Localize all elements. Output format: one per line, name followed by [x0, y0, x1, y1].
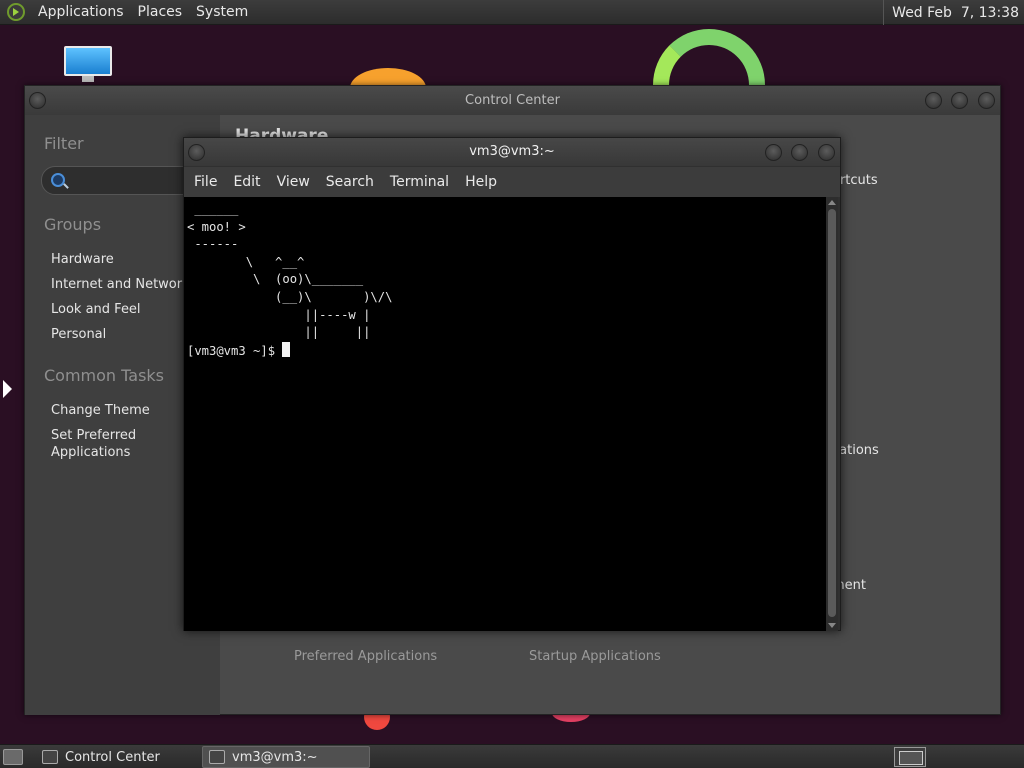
window-titlebar[interactable]: vm3@vm3:~ — [184, 138, 840, 166]
menu-help[interactable]: Help — [459, 174, 503, 190]
terminal-icon — [209, 750, 225, 764]
item-preferred-applications[interactable]: Preferred Applications — [294, 649, 437, 664]
window-menu-button[interactable] — [29, 92, 46, 109]
common-tasks-heading: Common Tasks — [44, 366, 165, 385]
group-look-and-feel[interactable]: Look and Feel — [51, 301, 141, 318]
menu-edit[interactable]: Edit — [227, 174, 266, 190]
filter-heading: Filter — [44, 134, 84, 153]
search-input[interactable] — [41, 166, 191, 195]
clock[interactable]: Wed Feb 7, 13:38 — [883, 0, 1024, 25]
taskbar-terminal[interactable]: vm3@vm3:~ — [202, 746, 370, 768]
menu-search[interactable]: Search — [320, 174, 380, 190]
task-change-theme[interactable]: Change Theme — [51, 402, 150, 419]
terminal-window: vm3@vm3:~ File Edit View Search Terminal… — [183, 137, 841, 631]
menu-view[interactable]: View — [271, 174, 316, 190]
group-internet-and-network[interactable]: Internet and Network — [51, 276, 190, 293]
terminal-menubar: File Edit View Search Terminal Help — [184, 167, 840, 197]
maximize-button[interactable] — [951, 92, 968, 109]
control-center-icon — [42, 750, 58, 764]
bottom-panel: Control Center vm3@vm3:~ — [0, 744, 1024, 768]
groups-heading: Groups — [44, 215, 102, 234]
terminal-output: ______ < moo! > ------ \ ^__^ \ (oo)\___… — [187, 202, 393, 340]
search-icon — [51, 173, 65, 187]
menu-file[interactable]: File — [188, 174, 223, 190]
show-desktop-icon[interactable] — [3, 749, 23, 765]
shell-prompt: [vm3@vm3 ~]$ — [187, 343, 283, 358]
close-button[interactable] — [978, 92, 995, 109]
computer-desktop-icon[interactable] — [64, 46, 112, 82]
terminal-scrollbar[interactable] — [826, 197, 838, 631]
top-panel: Applications Places System Wed Feb 7, 13… — [0, 0, 1024, 25]
workspace-switcher[interactable] — [894, 747, 926, 767]
task-label: vm3@vm3:~ — [232, 749, 318, 765]
system-menu[interactable]: System — [189, 4, 255, 20]
applications-menu[interactable]: Applications — [31, 4, 131, 20]
window-menu-button[interactable] — [188, 144, 205, 161]
taskbar-control-center[interactable]: Control Center — [36, 746, 196, 768]
main-menu-icon[interactable] — [7, 3, 25, 21]
scroll-thumb[interactable] — [828, 209, 836, 617]
task-set-preferred-applications[interactable]: Set Preferred Applications — [51, 427, 161, 461]
places-menu[interactable]: Places — [131, 4, 190, 20]
window-title: vm3@vm3:~ — [469, 144, 555, 159]
terminal-screen[interactable]: ______ < moo! > ------ \ ^__^ \ (oo)\___… — [184, 197, 827, 631]
menu-terminal[interactable]: Terminal — [384, 174, 455, 190]
maximize-button[interactable] — [791, 144, 808, 161]
scroll-up-icon[interactable] — [828, 200, 836, 205]
window-title: Control Center — [465, 93, 560, 108]
scroll-down-icon[interactable] — [828, 623, 836, 628]
text-cursor — [282, 341, 291, 357]
group-personal[interactable]: Personal — [51, 326, 106, 343]
mouse-pointer-icon — [3, 380, 12, 398]
group-hardware[interactable]: Hardware — [51, 251, 114, 268]
item-startup-applications[interactable]: Startup Applications — [529, 649, 661, 664]
minimize-button[interactable] — [925, 92, 942, 109]
minimize-button[interactable] — [765, 144, 782, 161]
window-titlebar[interactable]: Control Center — [25, 86, 1000, 115]
close-button[interactable] — [818, 144, 835, 161]
task-label: Control Center — [65, 749, 160, 765]
